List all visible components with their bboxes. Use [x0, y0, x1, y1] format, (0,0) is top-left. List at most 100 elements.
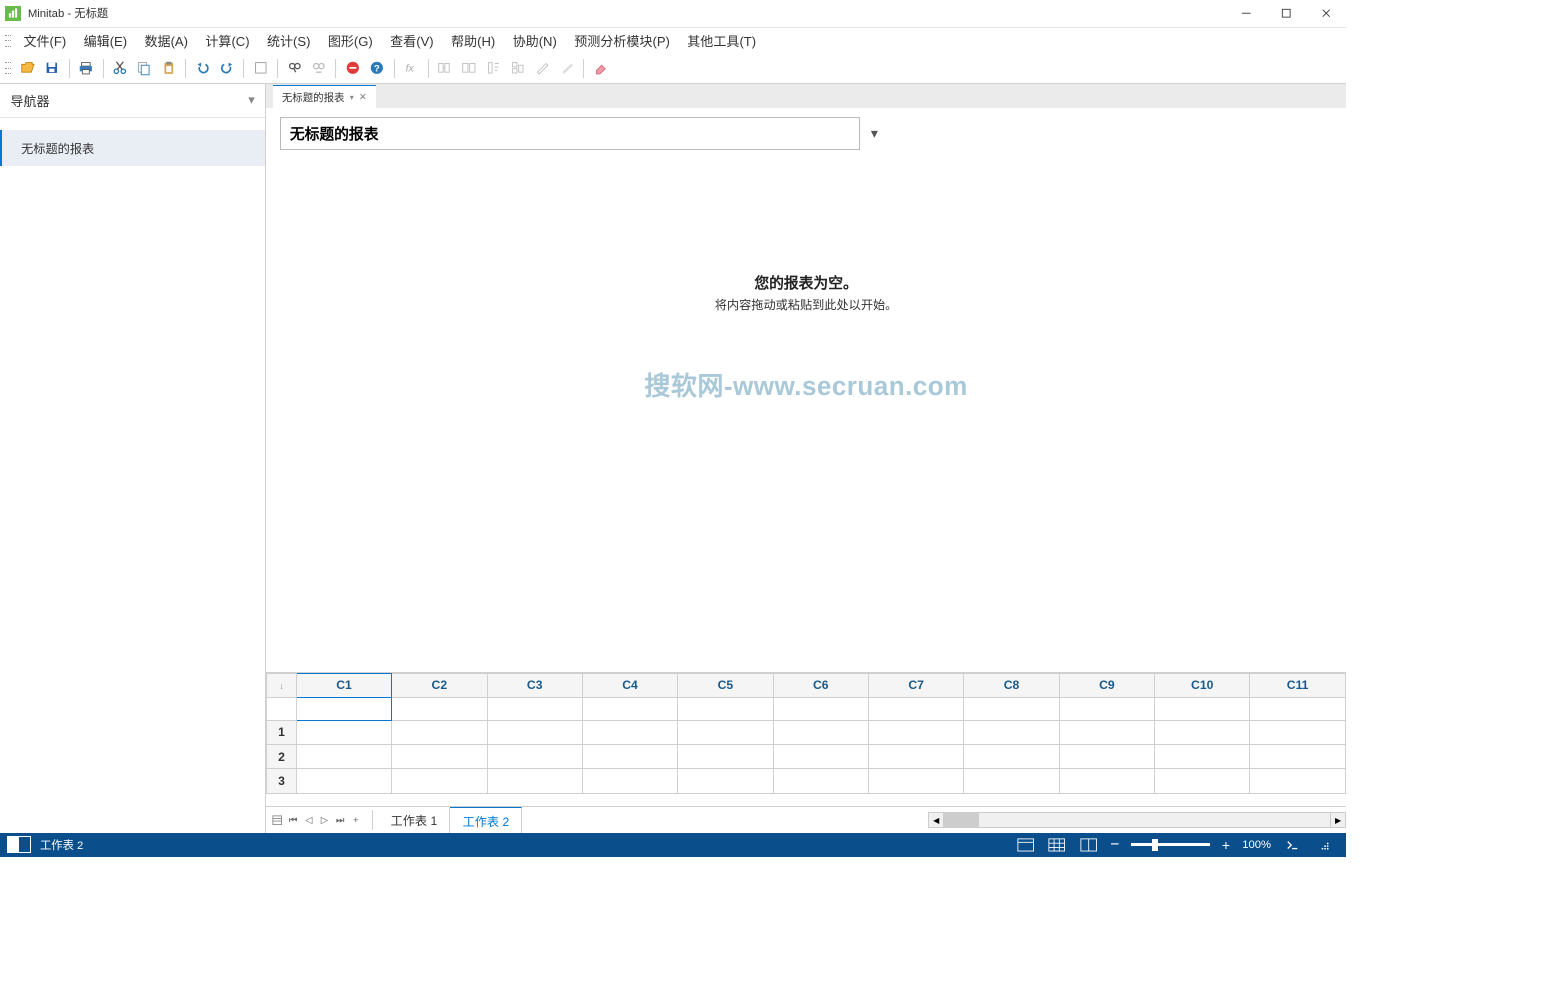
menu-help[interactable]: 帮助(H) [444, 30, 502, 52]
horizontal-scrollbar[interactable]: ◀ ▶ [928, 812, 1346, 828]
menu-predict[interactable]: 预测分析模块(P) [567, 30, 677, 52]
grid-view-icon[interactable] [270, 810, 286, 829]
cell[interactable] [487, 720, 582, 744]
copy-icon[interactable] [133, 57, 156, 80]
menu-stat[interactable]: 统计(S) [260, 30, 317, 52]
cell[interactable] [678, 698, 773, 721]
menu-calc[interactable]: 计算(C) [198, 30, 256, 52]
next-sheet-icon[interactable]: ▷ [317, 810, 333, 829]
cell[interactable] [868, 698, 963, 721]
menu-edit[interactable]: 编辑(E) [77, 30, 134, 52]
cell[interactable] [392, 769, 487, 793]
column-header[interactable]: C2 [392, 673, 487, 697]
print-icon[interactable] [75, 57, 98, 80]
view-report-icon[interactable] [1016, 837, 1035, 853]
sort-icon[interactable] [482, 57, 505, 80]
command-line-icon[interactable] [1283, 837, 1302, 853]
cell[interactable] [1059, 744, 1154, 768]
menu-data[interactable]: 数据(A) [138, 30, 195, 52]
cell[interactable] [392, 744, 487, 768]
last-sheet-icon[interactable]: ⏭ [332, 810, 348, 829]
new-sheet-icon[interactable] [249, 57, 272, 80]
find-icon[interactable] [283, 57, 306, 80]
column-header[interactable]: C1 [296, 673, 391, 697]
cell[interactable] [773, 698, 868, 721]
worksheet-tab[interactable]: 工作表 2 [450, 807, 522, 833]
cell[interactable] [678, 744, 773, 768]
view-grid-icon[interactable] [1048, 837, 1067, 853]
column-header[interactable]: C4 [582, 673, 677, 697]
cell[interactable] [773, 744, 868, 768]
maximize-button[interactable] [1266, 0, 1306, 27]
close-icon[interactable]: ✕ [359, 92, 367, 103]
menu-other[interactable]: 其他工具(T) [680, 30, 763, 52]
navigator-item-report[interactable]: 无标题的报表 [0, 130, 265, 165]
cell[interactable] [296, 698, 391, 721]
cell[interactable] [392, 720, 487, 744]
scroll-right-icon[interactable]: ▶ [1330, 812, 1346, 828]
brush-icon[interactable] [531, 57, 554, 80]
cell[interactable] [1155, 769, 1250, 793]
zoom-level[interactable]: 100% [1242, 839, 1271, 851]
menu-assist[interactable]: 协助(N) [506, 30, 564, 52]
redo-icon[interactable] [216, 57, 239, 80]
fx-icon[interactable]: fx [400, 57, 423, 80]
assign-formula-icon[interactable] [434, 57, 457, 80]
column-header[interactable]: C3 [487, 673, 582, 697]
add-sheet-icon[interactable]: + [348, 810, 364, 829]
cell[interactable] [1059, 698, 1154, 721]
menu-view[interactable]: 查看(V) [383, 30, 440, 52]
layout-toggle-icon[interactable] [7, 836, 31, 853]
name-row-header[interactable] [267, 698, 297, 721]
stack-icon[interactable] [507, 57, 530, 80]
save-icon[interactable] [41, 57, 64, 80]
cell[interactable] [487, 744, 582, 768]
cell[interactable] [1250, 720, 1345, 744]
cell[interactable] [773, 720, 868, 744]
zoom-slider[interactable] [1131, 843, 1209, 846]
document-tab-report[interactable]: 无标题的报表 ▾ ✕ [273, 85, 375, 108]
prev-sheet-icon[interactable]: ◁ [301, 810, 317, 829]
cell[interactable] [296, 769, 391, 793]
help-icon[interactable]: ? [366, 57, 389, 80]
cancel-icon[interactable] [341, 57, 364, 80]
first-sheet-icon[interactable]: ⏮ [285, 810, 301, 829]
menubar-grip[interactable] [5, 33, 11, 49]
cell[interactable] [964, 769, 1059, 793]
scroll-left-icon[interactable]: ◀ [928, 812, 944, 828]
worksheet-tab[interactable]: 工作表 1 [378, 808, 450, 833]
highlight-icon[interactable] [555, 57, 578, 80]
close-button[interactable] [1306, 0, 1346, 27]
cell[interactable] [678, 769, 773, 793]
row-header[interactable]: 2 [267, 744, 297, 768]
subset-icon[interactable] [458, 57, 481, 80]
cell[interactable] [1155, 698, 1250, 721]
cell[interactable] [964, 698, 1059, 721]
report-title-input[interactable]: 无标题的报表 [280, 117, 859, 150]
chevron-down-icon[interactable]: ▾ [248, 92, 255, 108]
cell[interactable] [1059, 720, 1154, 744]
row-header[interactable]: 1 [267, 720, 297, 744]
column-header[interactable]: C5 [678, 673, 773, 697]
open-icon[interactable] [17, 57, 40, 80]
cell[interactable] [582, 720, 677, 744]
column-header[interactable]: C8 [964, 673, 1059, 697]
cell[interactable] [296, 720, 391, 744]
minimize-button[interactable] [1226, 0, 1266, 27]
grid-corner[interactable]: ↓ [267, 673, 297, 697]
find-replace-icon[interactable] [308, 57, 331, 80]
cell[interactable] [868, 744, 963, 768]
cell[interactable] [392, 698, 487, 721]
undo-icon[interactable] [191, 57, 214, 80]
column-header[interactable]: C9 [1059, 673, 1154, 697]
cell[interactable] [582, 744, 677, 768]
scroll-thumb[interactable] [944, 813, 979, 827]
cell[interactable] [678, 720, 773, 744]
view-split-icon[interactable] [1079, 837, 1098, 853]
toolbar-grip[interactable] [5, 60, 11, 76]
navigator-header[interactable]: 导航器 ▾ [0, 84, 265, 119]
cell[interactable] [296, 744, 391, 768]
cell[interactable] [487, 698, 582, 721]
column-header[interactable]: C7 [868, 673, 963, 697]
cell[interactable] [487, 769, 582, 793]
